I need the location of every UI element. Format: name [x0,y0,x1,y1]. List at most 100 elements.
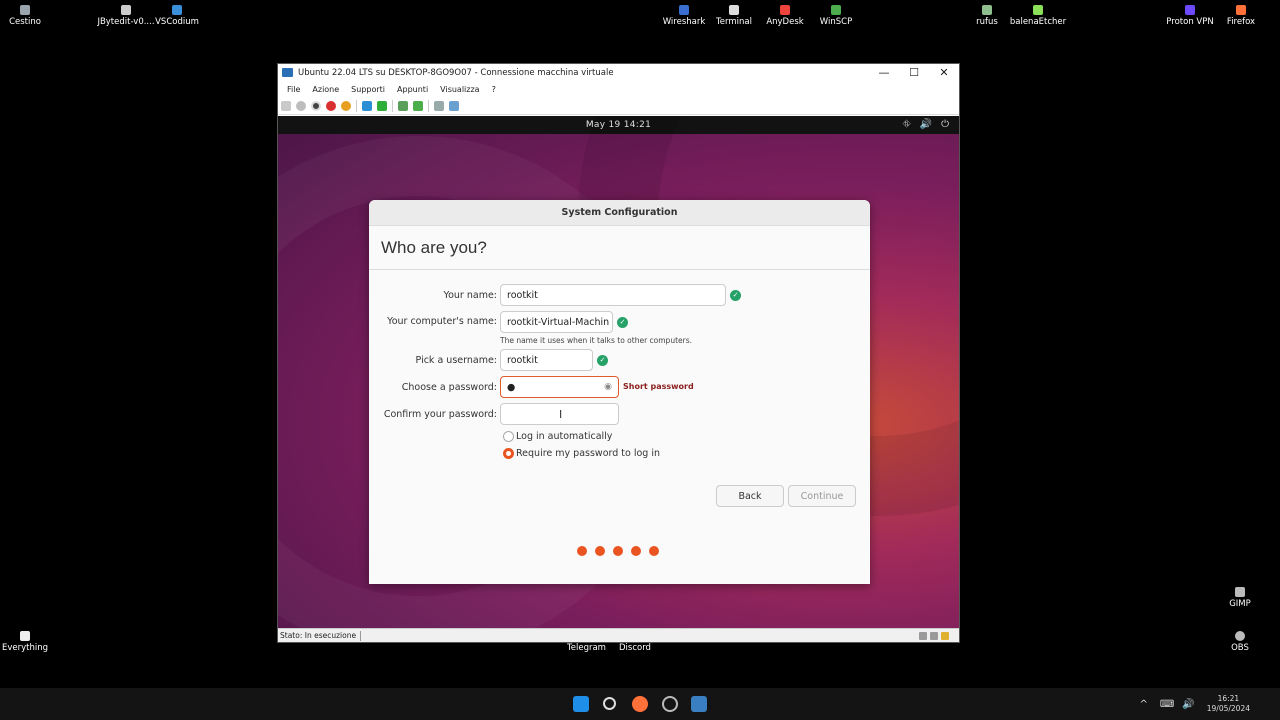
desktop-icon-balenaetcher[interactable]: balenaEtcher [1006,5,1070,27]
progress-dot [595,546,605,556]
password-strength-warning: Short password [623,382,694,391]
vm-status-bar: Stato: In esecuzione [278,628,959,642]
toolbar-divider [356,99,357,112]
menu-supporti[interactable]: Supporti [351,85,385,94]
login-auto-radio[interactable] [503,431,514,442]
guest-screen[interactable]: May 19 14:21 ⛗ 🔊 ⏻ System Configuration … [278,116,959,628]
dialog-header: System Configuration [369,200,870,226]
start-icon[interactable] [296,100,306,111]
desktop-icon-firefox[interactable]: Firefox [1209,5,1273,27]
firefox-icon [1236,5,1246,15]
vscodium-icon [172,5,182,15]
menu-help[interactable]: ? [492,85,496,94]
enhanced-session-icon[interactable] [434,100,444,111]
share-icon[interactable] [449,100,459,111]
require-password-label[interactable]: Require my password to log in [516,448,660,459]
text-cursor-icon: I [559,408,563,421]
checkpoint-icon[interactable] [398,100,408,111]
vm-app-icon [282,68,293,77]
vm-titlebar[interactable]: Ubuntu 22.04 LTS su DESKTOP-8GO9O07 - Co… [278,64,959,81]
system-configuration-dialog: System Configuration Who are you? Your n… [369,200,870,584]
resume-icon[interactable] [377,100,387,111]
save-state-icon[interactable] [341,100,351,111]
menu-visualizza[interactable]: Visualizza [440,85,479,94]
everything-icon [20,631,30,641]
desktop-icon-everything[interactable]: Everything [0,631,57,653]
lock-icon [941,631,949,640]
keyboard-icon [919,631,927,640]
progress-dot [649,546,659,556]
toolbar-divider [392,99,393,112]
search-icon[interactable] [603,697,616,710]
username-label: Pick a username: [415,355,497,366]
chrome-like-taskbar-icon[interactable] [662,696,678,712]
desktop-label-telegram[interactable]: Telegram [567,643,606,653]
desktop-icon-winscp[interactable]: WinSCP [804,5,868,27]
show-password-icon[interactable]: ◉ [604,382,612,392]
password-input[interactable]: ● ◉ [500,376,619,398]
vm-status-text: Stato: In esecuzione [280,631,357,640]
vm-menubar: File Azione Supporti Appunti Visualizza … [278,81,959,97]
menu-file[interactable]: File [287,85,300,94]
hyperv-taskbar-icon[interactable] [691,696,707,712]
desktop-icon-obs[interactable]: OBS [1208,631,1272,653]
taskbar: ^ ⌨ 🔊 16:21 19/05/2024 [0,688,1280,720]
status-divider [360,630,362,641]
shutdown-icon[interactable] [326,100,336,111]
require-password-radio[interactable] [503,448,514,459]
check-ok-icon: ✓ [597,355,608,366]
toolbar-divider [428,99,429,112]
close-button[interactable]: ✕ [929,66,959,79]
computer-name-label: Your computer's name: [387,316,497,327]
winscp-icon [831,5,841,15]
protonvpn-icon [1185,5,1195,15]
username-input[interactable]: rootkit [500,349,593,371]
mouse-icon [930,631,938,640]
turn-off-icon[interactable] [311,100,321,111]
login-auto-label[interactable]: Log in automatically [516,431,612,442]
progress-dot [613,546,623,556]
progress-dot [577,546,587,556]
desktop-icon-cestino[interactable]: Cestino [0,5,57,27]
desktop-icon-gimp[interactable]: GIMP [1208,587,1272,609]
etcher-icon [1033,5,1043,15]
network-icon[interactable]: ⌨ [1160,699,1174,710]
tray-clock[interactable]: 16:21 19/05/2024 [1207,694,1250,714]
desktop-label-discord[interactable]: Discord [619,643,651,653]
tray-overflow-icon[interactable]: ^ [1139,699,1147,710]
tray-date: 19/05/2024 [1206,704,1250,713]
confirm-password-label: Confirm your password: [383,409,497,420]
firefox-taskbar-icon[interactable] [632,696,648,712]
progress-dot [631,546,641,556]
desktop-icon-vscodium[interactable]: VSCodium [145,5,209,27]
menu-appunti[interactable]: Appunti [397,85,428,94]
continue-button[interactable]: Continue [788,485,856,507]
maximize-button[interactable]: ☐ [899,66,929,79]
check-ok-icon: ✓ [730,290,741,301]
page-title: Who are you? [369,226,870,270]
back-button[interactable]: Back [716,485,784,507]
your-name-input[interactable]: rootkit [500,284,726,306]
your-name-label: Your name: [443,290,497,301]
wireshark-icon [679,5,689,15]
gimp-icon [1235,587,1245,597]
recycle-bin-icon [20,5,30,15]
menu-azione[interactable]: Azione [312,85,339,94]
rufus-icon [982,5,992,15]
volume-icon[interactable]: 🔊 [1182,699,1194,710]
start-menu-icon[interactable] [573,696,589,712]
vm-window-title: Ubuntu 22.04 LTS su DESKTOP-8GO9O07 - Co… [298,67,614,78]
file-icon [121,5,131,15]
terminal-icon [729,5,739,15]
minimize-button[interactable]: — [869,66,899,79]
ctrl-alt-del-icon[interactable] [281,100,291,111]
check-ok-icon: ✓ [617,317,628,328]
pause-icon[interactable] [362,100,372,111]
revert-icon[interactable] [413,100,423,111]
password-value: ● [507,381,516,393]
anydesk-icon [780,5,790,15]
vm-toolbar [278,97,959,115]
progress-dots [577,546,659,556]
computer-name-hint: The name it uses when it talks to other … [500,336,693,345]
computer-name-input[interactable]: rootkit-Virtual-Machin [500,311,613,333]
